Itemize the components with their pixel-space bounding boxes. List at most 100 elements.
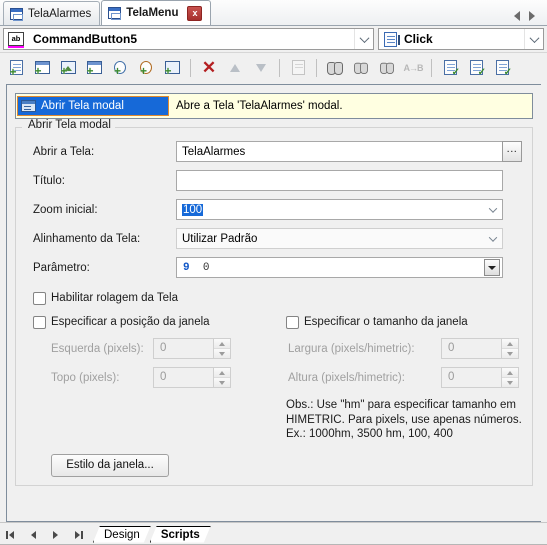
script-editor-window: TelaAlarmes TelaMenu x ab CommandButton5… [0, 0, 547, 545]
width-value: 0 [448, 342, 455, 354]
chevron-down-icon[interactable] [524, 29, 543, 49]
checkbox-row-scroll: Habilitar rolagem da Tela [26, 286, 522, 310]
field-row-alignment: Alinhamento da Tela: Utilizar Padrão [26, 224, 522, 253]
field-row-left: Esquerda (pixels): 0 [33, 334, 286, 363]
zoom-combo[interactable]: 100 [176, 199, 503, 220]
parameter-number: 0 [202, 261, 210, 274]
position-size-checkbox-row: Especificar a posição da janela Especifi… [26, 310, 522, 334]
replace-button[interactable]: A→B [401, 56, 425, 80]
parameter-value-wrap: 9 0 [177, 262, 484, 274]
top-spinner[interactable]: 0 [153, 367, 231, 388]
add-report-item-button[interactable]: + [160, 56, 184, 80]
zoom-value-wrap: 100 [177, 203, 484, 216]
top-spin-up[interactable] [214, 368, 230, 378]
move-down-button[interactable] [249, 56, 273, 80]
width-spin-down[interactable] [502, 349, 518, 358]
close-icon[interactable]: x [187, 5, 203, 21]
document-tab-telamenu[interactable]: TelaMenu x [101, 0, 212, 25]
sheet-tab-scripts[interactable]: Scripts [150, 526, 211, 543]
move-up-button[interactable] [223, 56, 247, 80]
title-input[interactable] [176, 170, 503, 191]
tab-navigation [514, 11, 547, 25]
top-spin-down[interactable] [214, 378, 230, 387]
parameter-field-label: Parâmetro: [33, 261, 90, 274]
specify-position-checkbox[interactable] [33, 315, 46, 329]
chevron-down-icon[interactable] [354, 29, 373, 49]
event-combo[interactable]: Click [378, 28, 544, 50]
size-column: Especificar o tamanho da janela [286, 310, 522, 334]
width-field-label: Largura (pixels/himetric): [288, 342, 415, 355]
screen-window-icon [108, 7, 122, 20]
width-spin-up[interactable] [502, 339, 518, 349]
delete-item-button[interactable]: ✕ [197, 56, 221, 80]
find-previous-button[interactable] [349, 56, 373, 80]
chevron-down-icon[interactable] [484, 203, 502, 213]
specify-size-checkbox[interactable] [286, 315, 299, 329]
action-name-label: Abrir Tela modal [41, 100, 124, 112]
new-picture-item-button[interactable]: + [56, 56, 80, 80]
validate-all-button[interactable]: ✓ [464, 56, 488, 80]
screen-field-label: Abrir a Tela: [33, 145, 95, 158]
add-download-item-button[interactable]: + [108, 56, 132, 80]
specify-position-label: Especificar a posição da janela [51, 316, 210, 328]
alignment-combo[interactable]: Utilizar Padrão [176, 228, 503, 249]
field-row-top: Topo (pixels): 0 [33, 363, 286, 392]
find-next-button[interactable] [375, 56, 399, 80]
height-spinner[interactable]: 0 [441, 367, 519, 388]
height-spin-up[interactable] [502, 368, 518, 378]
parameter-dropdown-button[interactable] [484, 259, 500, 276]
top-value: 0 [160, 371, 167, 383]
tab-prev-arrow-icon[interactable] [514, 11, 520, 21]
new-dialog-item-button[interactable]: + [82, 56, 106, 80]
window-style-button[interactable]: Estilo da janela... [51, 453, 169, 477]
document-tab-telaalarmes[interactable]: TelaAlarmes [3, 1, 101, 25]
field-row-height: Altura (pixels/himetric): 0 [286, 363, 522, 392]
left-spin-down[interactable] [214, 349, 230, 358]
last-sheet-icon[interactable] [72, 529, 83, 540]
tab-next-arrow-icon[interactable] [529, 11, 535, 21]
field-row-title: Título: [26, 166, 522, 195]
first-sheet-icon[interactable] [6, 529, 17, 540]
sheet-tab-design[interactable]: Design [93, 526, 151, 543]
screen-browse-button[interactable]: ... [502, 141, 522, 162]
action-name-cell[interactable]: Abrir Tela modal [17, 96, 169, 116]
screen-window-icon [10, 7, 23, 21]
parameter-grid[interactable]: 9 0 [176, 257, 503, 278]
cut-item-button[interactable] [286, 56, 310, 80]
left-value: 0 [160, 342, 167, 354]
sheet-nav-buttons [6, 529, 93, 540]
add-loop-item-button[interactable]: + [134, 56, 158, 80]
left-spinner[interactable]: 0 [153, 338, 231, 359]
document-tab-strip: TelaAlarmes TelaMenu x [0, 0, 547, 26]
size-fields: Largura (pixels/himetric): 0 Altura (pix… [286, 334, 522, 392]
prev-sheet-icon[interactable] [28, 529, 39, 540]
enable-scroll-checkbox[interactable] [33, 291, 46, 305]
specify-size-label: Especificar o tamanho da janela [304, 316, 468, 328]
style-button-row: Estilo da janela... [26, 453, 522, 477]
event-combo-value: Click [404, 32, 433, 46]
enable-scroll-label: Habilitar rolagem da Tela [51, 292, 178, 304]
compile-button[interactable]: ✓ [490, 56, 514, 80]
field-row-parameter: Parâmetro: 9 0 [26, 253, 522, 282]
replace-ab-icon: A→B [403, 62, 424, 73]
action-list-row[interactable]: Abrir Tela modal Abre a Tela 'TelaAlarme… [15, 93, 533, 119]
action-editor-panel: Abrir Tela modal Abre a Tela 'TelaAlarme… [6, 84, 541, 522]
report-add-icon: + [164, 61, 180, 77]
chevron-down-icon[interactable] [484, 232, 502, 242]
object-combo[interactable]: ab CommandButton5 [3, 28, 374, 50]
download-add-icon: + [114, 61, 126, 77]
position-column: Especificar a posição da janela [33, 310, 286, 334]
find-button[interactable] [323, 56, 347, 80]
left-spin-up[interactable] [214, 339, 230, 349]
document-tab-label: TelaMenu [126, 7, 179, 19]
left-field-label: Esquerda (pixels): [51, 342, 144, 355]
new-script-item-button[interactable]: + [4, 56, 28, 80]
width-spinner[interactable]: 0 [441, 338, 519, 359]
next-sheet-icon[interactable] [50, 529, 61, 540]
red-x-icon: ✕ [201, 57, 217, 77]
validate-script-button[interactable]: ✓ [438, 56, 462, 80]
screen-input[interactable]: TelaAlarmes [176, 141, 503, 162]
himetric-note: Obs.: Use "hm" para especificar tamanho … [26, 398, 522, 442]
new-window-item-button[interactable]: + [30, 56, 54, 80]
height-spin-down[interactable] [502, 378, 518, 387]
